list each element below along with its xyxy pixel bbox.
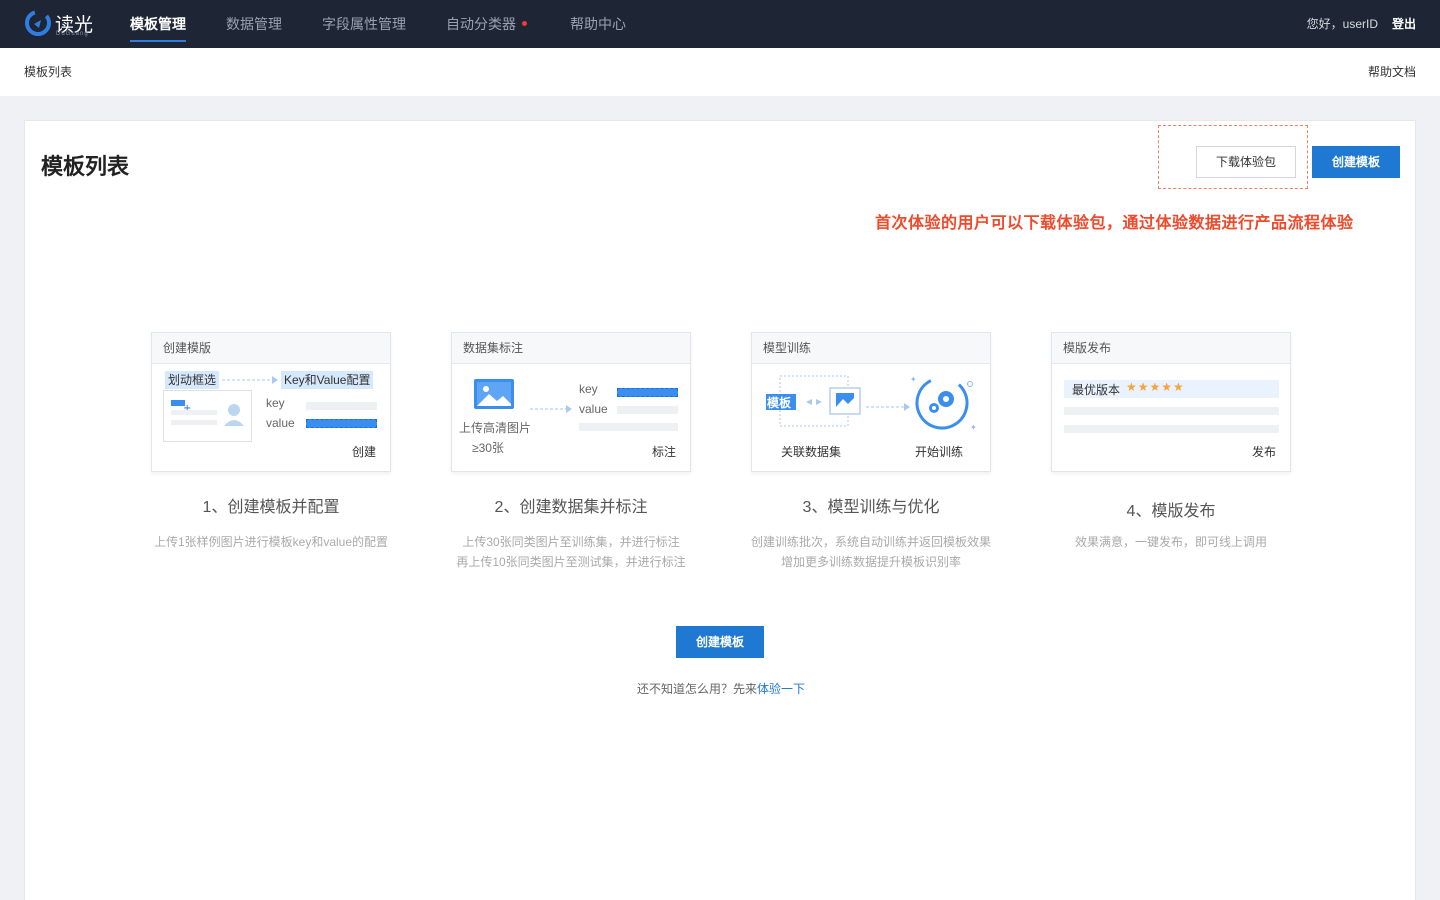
step-title: 3、模型训练与优化	[802, 499, 940, 516]
count-label: ≥30张	[472, 441, 504, 455]
active-underline	[130, 40, 186, 42]
step-description-line: 创建训练批次，系统自动训练并返回模板效果	[750, 535, 991, 549]
create-template-main-button[interactable]: 创建模板	[676, 626, 764, 658]
breadcrumb: 模板列表 帮助文档	[0, 48, 1440, 96]
notification-dot-icon	[522, 21, 527, 26]
nav-item-data[interactable]: 数据管理	[226, 0, 282, 48]
key-field-bar	[617, 388, 678, 397]
step-title: 2、创建数据集并标注	[494, 499, 648, 516]
try-it-link[interactable]: 体验一下	[757, 682, 805, 696]
first-use-hint: 首次体验的用户可以下载体验包，通过体验数据进行产品流程体验	[875, 215, 1354, 232]
top-navbar: 读光 DuGuang 模板管理 数据管理 字段属性管理 自动分类器 帮助中心 您…	[0, 0, 1440, 48]
star-rating-icon: ★★★★★	[1126, 380, 1185, 394]
training-gear-icon: ✦ ✦	[910, 375, 977, 432]
version-row-bar	[1064, 407, 1279, 415]
step-card-header: 数据集标注	[452, 333, 690, 364]
help-doc-link[interactable]: 帮助文档	[1368, 48, 1416, 96]
try-it-prompt: 还不知道怎么用？先来体验一下	[25, 680, 1417, 697]
nav-item-template[interactable]: 模板管理	[130, 0, 186, 48]
step-description: 效果满意，一键发布，即可线上调用	[1041, 532, 1301, 552]
step-description-line: 效果满意，一键发布，即可线上调用	[1074, 535, 1267, 549]
step-card-train: 模型训练 模板 ✦ ✦ 关联数据集 开始训练	[751, 332, 991, 472]
nav-item-label: 自动分类器	[446, 16, 516, 32]
brand-sub: DuGuang	[56, 31, 89, 37]
arrow-right-icon	[866, 403, 910, 411]
nav-item-field-attributes[interactable]: 字段属性管理	[322, 0, 406, 48]
step-title: 1、创建模板并配置	[202, 499, 340, 516]
version-row-bar	[1064, 425, 1279, 433]
step-card-annotate: 数据集标注 上传高清图片 ≥30张 key value 标注	[451, 332, 691, 472]
nav-item-auto-classifier[interactable]: 自动分类器	[446, 0, 527, 48]
link-dataset-label: 关联数据集	[781, 445, 842, 459]
breadcrumb-current: 模板列表	[24, 65, 73, 79]
step-card-publish: 模版发布 最优版本 ★★★★★ 发布	[1051, 332, 1291, 472]
step-card-create: 创建模版 划动框选 Key和Value配置 + key value 创建	[151, 332, 391, 472]
step-description-line: 增加更多训练数据提升模板识别率	[780, 555, 961, 569]
nav-item-label: 模板管理	[130, 16, 186, 32]
nav-item-help-center[interactable]: 帮助中心	[570, 0, 626, 48]
svg-text:✦: ✦	[910, 375, 917, 384]
brand-logo[interactable]: 读光 DuGuang	[24, 9, 94, 39]
extra-field-bar	[579, 423, 678, 431]
key-field-bar	[306, 402, 377, 410]
upload-label: 上传高清图片	[459, 421, 532, 435]
download-package-button[interactable]: 下载体验包	[1196, 146, 1296, 178]
best-version-row: 最优版本 ★★★★★	[1064, 380, 1279, 398]
create-template-button[interactable]: 创建模板	[1312, 146, 1400, 178]
step-description-line: 上传1张样例图片进行模板key和value的配置	[153, 535, 389, 549]
select-tag: 划动框选	[165, 371, 220, 389]
arrow-right-icon	[530, 405, 572, 413]
try-it-text: 还不知道怎么用？先来	[636, 682, 757, 696]
value-field-bar	[617, 406, 678, 414]
step-description: 上传30张同类图片至训练集，并进行标注 再上传10张同类图片至测试集，并进行标注	[441, 532, 701, 572]
arrow-right-icon	[222, 376, 278, 384]
svg-text:✦: ✦	[970, 423, 977, 432]
template-tag: 模板	[767, 396, 792, 410]
sample-image-icon: +	[163, 390, 252, 442]
step-action-label: 标注	[651, 445, 676, 459]
logout-link[interactable]: 登出	[1392, 0, 1416, 48]
page-title: 模板列表	[41, 154, 130, 179]
step-card-header: 模型训练	[752, 333, 990, 364]
step-description-line: 再上传10张同类图片至测试集，并进行标注	[456, 555, 686, 569]
best-version-label: 最优版本	[1072, 383, 1121, 397]
user-greeting: 您好，userID	[1306, 17, 1378, 31]
key-label: key	[579, 382, 598, 396]
key-value-tag: Key和Value配置	[281, 371, 374, 389]
step-card-header: 创建模版	[152, 333, 390, 364]
step-title: 4、模版发布	[1126, 503, 1216, 520]
step-card-header: 模版发布	[1052, 333, 1290, 364]
key-label: key	[266, 396, 285, 410]
value-label: value	[579, 402, 608, 416]
value-field-bar	[306, 419, 377, 428]
step-description-line: 上传30张同类图片至训练集，并进行标注	[462, 535, 680, 549]
main-panel: 模板列表 下载体验包 创建模板 首次体验的用户可以下载体验包，通过体验数据进行产…	[24, 120, 1416, 900]
image-icon	[474, 379, 514, 409]
start-training-label: 开始训练	[915, 445, 964, 459]
value-label: value	[266, 416, 295, 430]
nav-item-label: 数据管理	[226, 16, 282, 32]
step-action-label: 发布	[1251, 445, 1276, 459]
step-action-label: 创建	[351, 445, 376, 459]
logo-icon	[25, 10, 51, 36]
step-description: 创建训练批次，系统自动训练并返回模板效果 增加更多训练数据提升模板识别率	[741, 532, 1001, 572]
nav-item-label: 帮助中心	[570, 16, 626, 32]
nav-item-label: 字段属性管理	[322, 16, 406, 32]
step-description: 上传1张样例图片进行模板key和value的配置	[141, 532, 401, 552]
